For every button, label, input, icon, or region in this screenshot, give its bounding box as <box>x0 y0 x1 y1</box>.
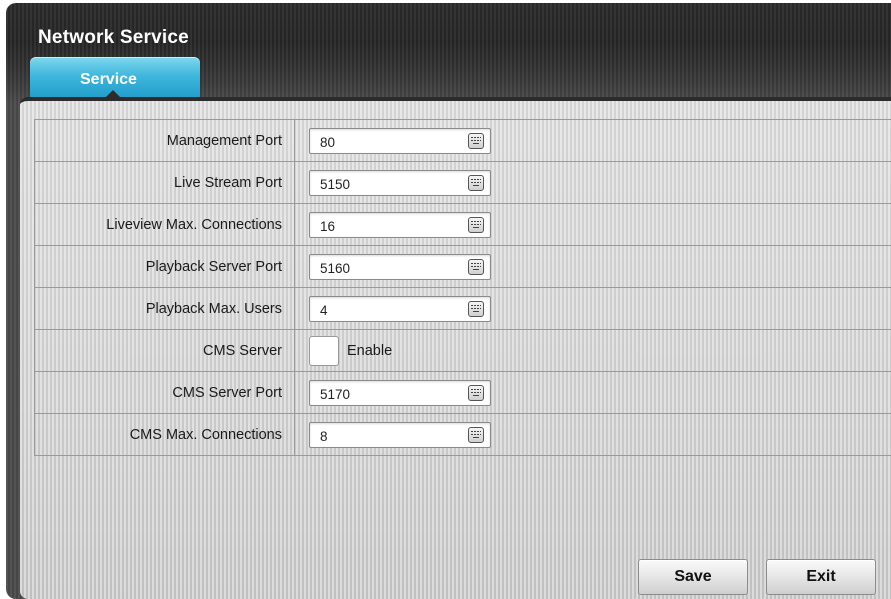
cms-server-enable-checkbox[interactable] <box>309 336 339 366</box>
setting-row-liveview-max-connections: Liveview Max. Connections 16 <box>34 204 891 246</box>
keyboard-icon[interactable] <box>468 301 484 317</box>
cms-server-port-value: 5170 <box>320 387 351 402</box>
keyboard-icon[interactable] <box>468 133 484 149</box>
network-service-window: Network Service Service Management Port … <box>6 3 891 599</box>
liveview-max-connections-value: 16 <box>320 219 336 234</box>
settings-table: Management Port 80 Live Stream Port 5150 <box>34 119 891 456</box>
keyboard-icon[interactable] <box>468 175 484 191</box>
cms-max-connections-input[interactable]: 8 <box>309 422 491 448</box>
liveview-max-connections-input[interactable]: 16 <box>309 212 491 238</box>
setting-row-playback-server-port: Playback Server Port 5160 <box>34 246 891 288</box>
setting-row-cms-max-connections: CMS Max. Connections 8 <box>34 414 891 456</box>
cms-server-port-input[interactable]: 5170 <box>309 380 491 406</box>
liveview-max-connections-label: Liveview Max. Connections <box>35 204 295 245</box>
setting-row-live-stream-port: Live Stream Port 5150 <box>34 162 891 204</box>
playback-server-port-input[interactable]: 5160 <box>309 254 491 280</box>
live-stream-port-input[interactable]: 5150 <box>309 170 491 196</box>
cms-max-connections-label: CMS Max. Connections <box>35 414 295 455</box>
keyboard-icon[interactable] <box>468 427 484 443</box>
cms-max-connections-value: 8 <box>320 429 328 444</box>
window-title: Network Service <box>38 27 189 48</box>
setting-row-cms-server: CMS Server Enable <box>34 330 891 372</box>
live-stream-port-value: 5150 <box>320 177 351 192</box>
exit-button[interactable]: Exit <box>766 559 876 595</box>
management-port-value: 80 <box>320 135 336 150</box>
keyboard-icon[interactable] <box>468 259 484 275</box>
playback-max-users-input[interactable]: 4 <box>309 296 491 322</box>
cms-server-port-label: CMS Server Port <box>35 372 295 413</box>
keyboard-icon[interactable] <box>468 217 484 233</box>
playback-server-port-value: 5160 <box>320 261 351 276</box>
playback-server-port-label: Playback Server Port <box>35 246 295 287</box>
setting-row-management-port: Management Port 80 <box>34 120 891 162</box>
setting-row-playback-max-users: Playback Max. Users 4 <box>34 288 891 330</box>
playback-max-users-value: 4 <box>320 303 328 318</box>
management-port-label: Management Port <box>35 120 295 161</box>
tab-indicator <box>106 90 120 97</box>
live-stream-port-label: Live Stream Port <box>35 162 295 203</box>
keyboard-icon[interactable] <box>468 385 484 401</box>
cms-server-label: CMS Server <box>35 330 295 371</box>
playback-max-users-label: Playback Max. Users <box>35 288 295 329</box>
settings-panel: Management Port 80 Live Stream Port 5150 <box>20 90 891 599</box>
save-button[interactable]: Save <box>638 559 748 595</box>
tab-label: Service <box>80 71 137 88</box>
cms-server-enable-label: Enable <box>347 343 393 359</box>
setting-row-cms-server-port: CMS Server Port 5170 <box>34 372 891 414</box>
management-port-input[interactable]: 80 <box>309 128 491 154</box>
